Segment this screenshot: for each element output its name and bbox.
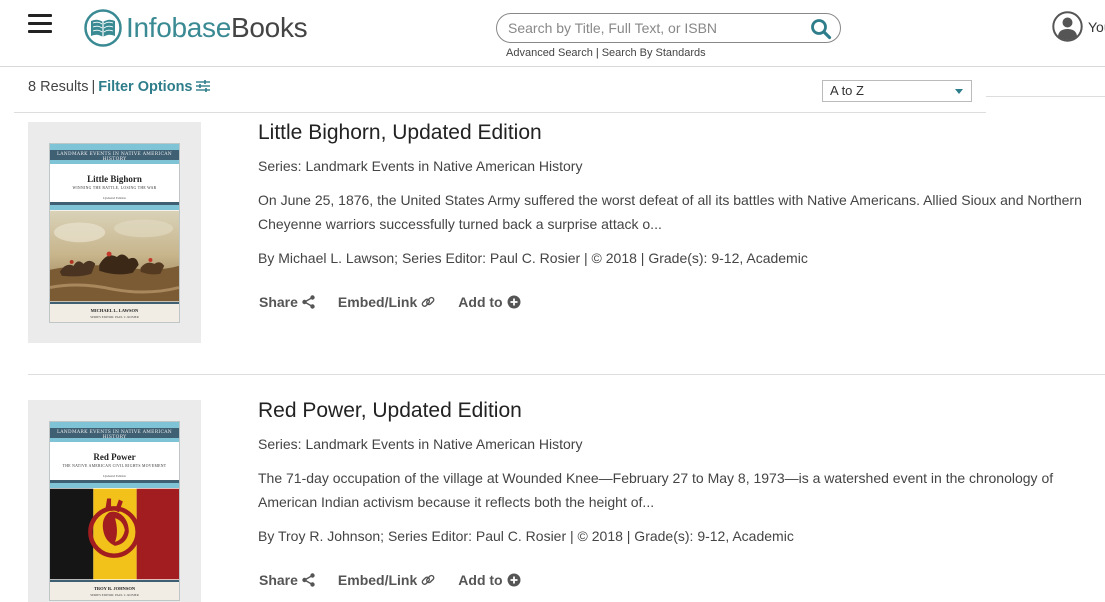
book-cover-image: LANDMARK EVENTS IN NATIVE AMERICAN HISTO… — [49, 421, 180, 601]
cover-series-text: LANDMARK EVENTS IN NATIVE AMERICAN HISTO… — [56, 430, 173, 440]
share-label: Share — [259, 572, 298, 588]
user-menu[interactable]: You — [1052, 11, 1105, 42]
filter-options-button[interactable]: Filter Options — [98, 79, 211, 95]
logo-text-infobase: Infobase — [126, 12, 232, 43]
toolbar-divider — [14, 112, 986, 113]
results-count: 8 Results — [28, 79, 89, 95]
result-divider — [28, 374, 1105, 375]
results-toolbar: 8 Results | Filter Options — [28, 79, 211, 95]
advanced-search-link[interactable]: Advanced Search — [506, 47, 593, 59]
result-title[interactable]: Red Power, Updated Edition — [258, 399, 522, 423]
result-series: Series: Landmark Events in Native Americ… — [258, 436, 583, 452]
add-to-label: Add to — [458, 294, 503, 310]
search-links: Advanced Search | Search By Standards — [506, 47, 706, 59]
logo-text-books: Books — [231, 12, 308, 43]
result-actions: Share Embed/Link Add to — [259, 572, 544, 588]
battle-painting-image — [50, 210, 179, 302]
user-label: You — [1088, 18, 1105, 35]
link-icon — [421, 574, 435, 585]
cover-editor: SERIES EDITOR: PAUL C. ROSIER — [90, 593, 139, 597]
cover-author: TROY R. JOHNSON — [93, 586, 136, 591]
cover-author: MICHAEL L. LAWSON — [90, 308, 139, 313]
sort-dropdown[interactable]: A to Z — [822, 80, 972, 102]
result-actions: Share Embed/Link Add to — [259, 294, 544, 310]
cover-subtitle: WINNING THE BATTLE, LOSING THE WAR — [72, 186, 157, 190]
share-icon — [302, 295, 315, 309]
search-input[interactable] — [508, 14, 808, 42]
embed-link-button[interactable]: Embed/Link — [338, 572, 435, 588]
book-cover-frame[interactable]: LANDMARK EVENTS IN NATIVE AMERICAN HISTO… — [28, 400, 201, 602]
cover-editor: SERIES EDITOR: PAUL C. ROSIER — [90, 315, 139, 319]
result-description: The 71-day occupation of the village at … — [258, 466, 1093, 514]
add-to-button[interactable]: Add to — [458, 294, 521, 310]
cover-edition: Updated Edition — [102, 474, 127, 478]
cover-title: Little Bighorn — [87, 174, 142, 184]
book-cover-image: LANDMARK EVENTS IN NATIVE AMERICAN HISTO… — [49, 143, 180, 323]
add-to-button[interactable]: Add to — [458, 572, 521, 588]
search-by-standards-link[interactable]: Search By Standards — [602, 47, 706, 59]
book-logo-icon — [84, 9, 122, 47]
filter-options-label: Filter Options — [98, 79, 193, 95]
description-line: American Indian activism because it refl… — [258, 494, 655, 510]
plus-circle-icon — [507, 295, 521, 309]
search-box — [496, 13, 841, 43]
cover-subtitle: THE NATIVE AMERICAN CIVIL RIGHTS MOVEMEN… — [62, 464, 167, 468]
toolbar-divider-right — [986, 96, 1105, 97]
site-logo[interactable]: InfobaseBooks — [84, 8, 308, 48]
book-cover-frame[interactable]: LANDMARK EVENTS IN NATIVE AMERICAN HISTO… — [28, 122, 201, 343]
cover-edition: Updated Edition — [102, 196, 127, 200]
link-icon — [421, 296, 435, 307]
description-line: On June 25, 1876, the United States Army… — [258, 192, 1082, 208]
description-line: Cheyenne warriors successfully turned ba… — [258, 216, 662, 232]
sliders-icon — [196, 80, 211, 92]
result-description: On June 25, 1876, the United States Army… — [258, 188, 1093, 236]
result-series: Series: Landmark Events in Native Americ… — [258, 158, 583, 174]
result-meta: By Michael L. Lawson; Series Editor: Pau… — [258, 250, 808, 266]
result-meta: By Troy R. Johnson; Series Editor: Paul … — [258, 528, 794, 544]
chevron-down-icon — [955, 89, 963, 94]
add-to-label: Add to — [458, 572, 503, 588]
share-icon — [302, 573, 315, 587]
cover-title: Red Power — [93, 452, 136, 462]
search-icon[interactable] — [810, 18, 832, 40]
share-button[interactable]: Share — [259, 294, 315, 310]
sort-value: A to Z — [830, 83, 864, 98]
cover-series-text: LANDMARK EVENTS IN NATIVE AMERICAN HISTO… — [56, 152, 173, 162]
result-title[interactable]: Little Bighorn, Updated Edition — [258, 121, 542, 145]
aim-flag-image — [50, 488, 179, 580]
share-button[interactable]: Share — [259, 572, 315, 588]
embed-link-label: Embed/Link — [337, 572, 418, 588]
share-label: Share — [259, 294, 298, 310]
top-header: InfobaseBooks Advanced Search|Search By … — [0, 0, 1105, 67]
description-line: The 71-day occupation of the village at … — [258, 470, 1054, 486]
embed-link-button[interactable]: Embed/Link — [338, 294, 435, 310]
embed-link-label: Embed/Link — [337, 294, 418, 310]
menu-icon[interactable] — [28, 14, 52, 36]
plus-circle-icon — [507, 573, 521, 587]
user-avatar-icon — [1052, 11, 1083, 42]
